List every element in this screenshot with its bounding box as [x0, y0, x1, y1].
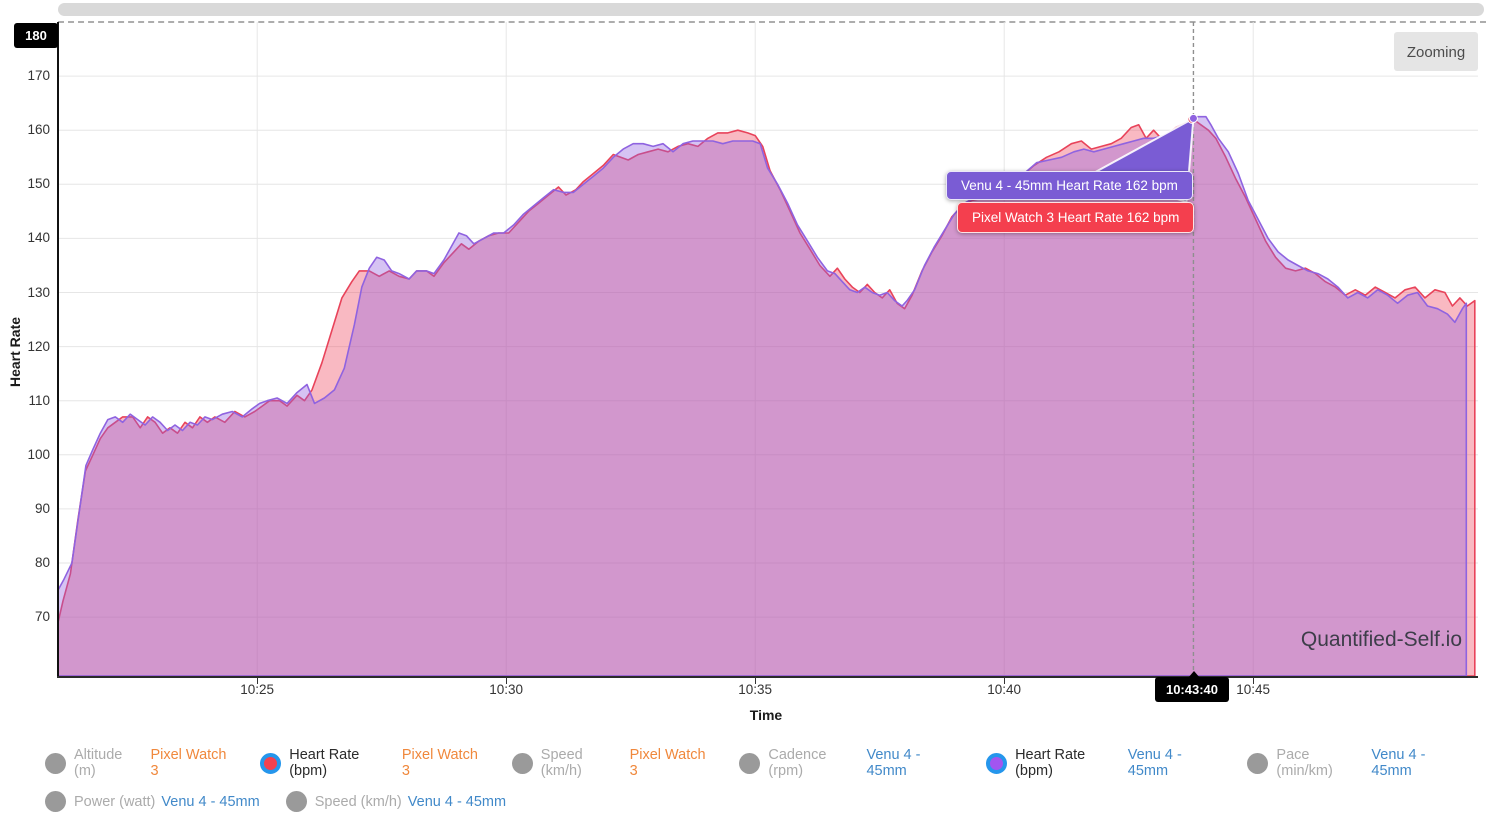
y-tick-label: 70 — [8, 609, 50, 624]
legend-metric-label: Altitude (m) — [74, 747, 144, 779]
legend-item-speed-km-h-pixel-watch-3[interactable]: Speed (km/h)Pixel Watch 3 — [512, 747, 714, 779]
legend-item-heart-rate-bpm-venu-4-45mm[interactable]: Heart Rate (bpm)Venu 4 - 45mm — [986, 747, 1221, 779]
legend-series-icon — [739, 753, 760, 774]
legend-metric-label: Heart Rate (bpm) — [289, 747, 396, 779]
zooming-button[interactable]: Zooming — [1394, 32, 1478, 71]
legend-metric-label: Pace (min/km) — [1276, 747, 1365, 779]
x-tick-label: 10:35 — [715, 682, 795, 697]
legend-series-icon — [45, 753, 66, 774]
y-axis-line — [57, 22, 59, 677]
navigator-scrollbar[interactable] — [58, 3, 1484, 16]
y-tick-label: 170 — [8, 68, 50, 83]
watermark: Quantified-Self.io — [1301, 628, 1462, 652]
y-axis-title: Heart Rate — [7, 307, 23, 397]
heart-rate-comparison-chart: 170160150140130120110100908070 10:2510:3… — [0, 0, 1488, 824]
legend-device-label: Pixel Watch 3 — [150, 747, 234, 779]
legend-series-icon — [45, 791, 66, 812]
x-axis-line — [57, 676, 1478, 678]
series-area-venu-4-45mm-heart-rate — [58, 117, 1466, 676]
legend-device-label: Venu 4 - 45mm — [1371, 747, 1465, 779]
hover-marker-venu — [1189, 114, 1197, 122]
legend-series-icon — [512, 753, 533, 774]
y-tick-label: 130 — [8, 285, 50, 300]
legend-item-speed-km-h-venu-4-45mm[interactable]: Speed (km/h) Venu 4 - 45mm — [286, 791, 506, 812]
legend-device-label: Venu 4 - 45mm — [408, 794, 506, 810]
legend-item-cadence-rpm-venu-4-45mm[interactable]: Cadence (rpm)Venu 4 - 45mm — [739, 747, 960, 779]
legend: Altitude (m)Pixel Watch 3Heart Rate (bpm… — [45, 747, 1465, 824]
legend-device-label: Venu 4 - 45mm — [1128, 747, 1222, 779]
legend-item-pace-min-km-venu-4-45mm[interactable]: Pace (min/km)Venu 4 - 45mm — [1247, 747, 1465, 779]
legend-device-label: Pixel Watch 3 — [630, 747, 714, 779]
y-tick-label: 140 — [8, 230, 50, 245]
legend-metric-label: Power (watt) — [74, 794, 155, 810]
y-tick-label: 80 — [8, 555, 50, 570]
plot-area[interactable] — [58, 22, 1478, 676]
y-axis-crosshair-label: 180 — [14, 23, 58, 48]
legend-series-icon — [1247, 753, 1268, 774]
legend-device-label: Venu 4 - 45mm — [161, 794, 259, 810]
legend-metric-label: Speed (km/h) — [541, 747, 624, 779]
x-tick-label: 10:30 — [466, 682, 546, 697]
y-tick-label: 160 — [8, 122, 50, 137]
x-axis-crosshair-label: 10:43:40 — [1155, 677, 1229, 702]
legend-metric-label: Speed (km/h) — [315, 794, 402, 810]
legend-metric-label: Cadence (rpm) — [768, 747, 860, 779]
legend-device-label: Pixel Watch 3 — [402, 747, 486, 779]
y-tick-label: 150 — [8, 176, 50, 191]
legend-item-power-watt-venu-4-45mm[interactable]: Power (watt) Venu 4 - 45mm — [45, 791, 260, 812]
legend-device-label: Venu 4 - 45mm — [866, 747, 960, 779]
legend-metric-label: Heart Rate (bpm) — [1015, 747, 1122, 779]
legend-series-icon — [260, 753, 281, 774]
y-tick-label: 90 — [8, 501, 50, 516]
y-tick-label: 100 — [8, 447, 50, 462]
legend-row: Altitude (m)Pixel Watch 3Heart Rate (bpm… — [45, 747, 1465, 779]
legend-row: Power (watt) Venu 4 - 45mm Speed (km/h) Ven… — [45, 791, 1465, 812]
x-tick-label: 10:40 — [964, 682, 1044, 697]
legend-series-icon — [986, 753, 1007, 774]
tooltip-venu-heart-rate: Venu 4 - 45mm Heart Rate 162 bpm — [946, 171, 1193, 200]
legend-item-heart-rate-bpm-pixel-watch-3[interactable]: Heart Rate (bpm)Pixel Watch 3 — [260, 747, 486, 779]
x-axis-title: Time — [726, 707, 806, 723]
legend-item-altitude-m-pixel-watch-3[interactable]: Altitude (m)Pixel Watch 3 — [45, 747, 234, 779]
legend-series-icon — [286, 791, 307, 812]
tooltip-pixel-heart-rate: Pixel Watch 3 Heart Rate 162 bpm — [957, 202, 1194, 233]
x-tick-label: 10:25 — [217, 682, 297, 697]
